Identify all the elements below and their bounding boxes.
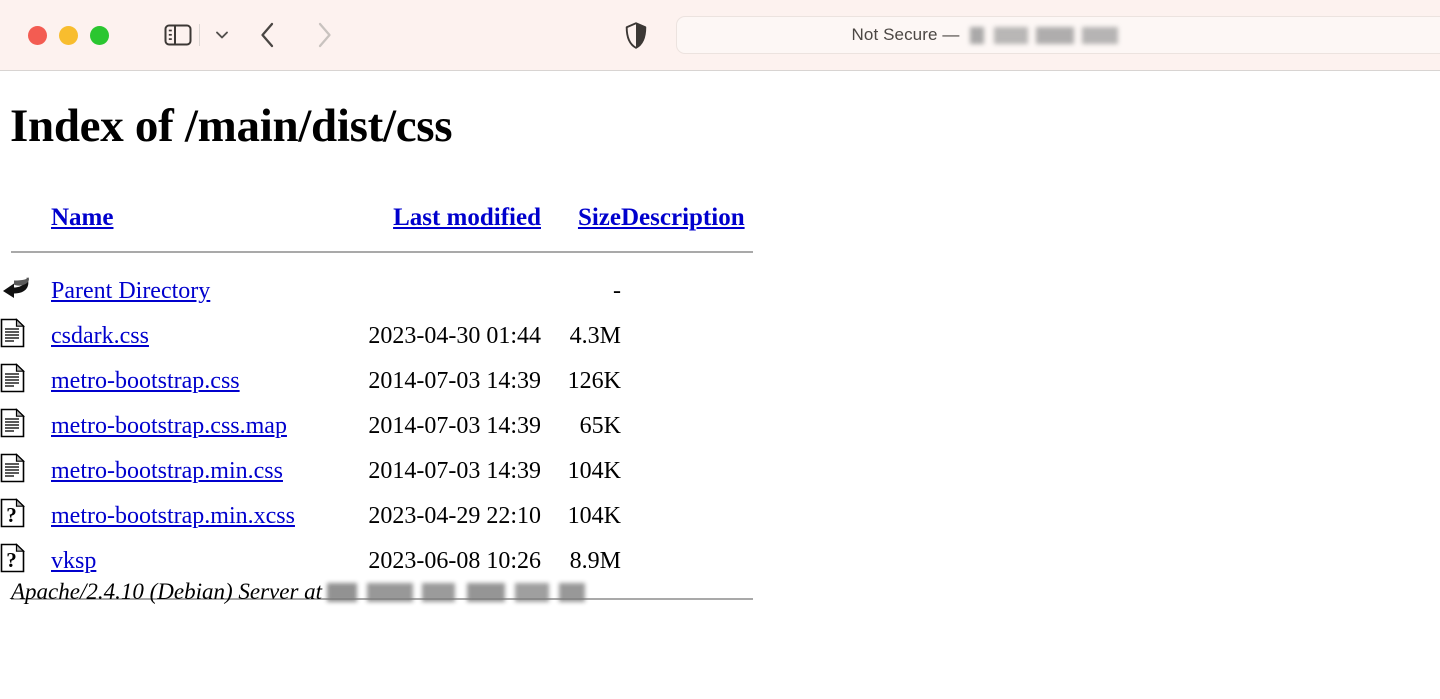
header-rule-row	[0, 238, 766, 269]
row-icon-cell	[0, 404, 51, 449]
row-icon-cell	[0, 359, 51, 404]
back-button[interactable]	[240, 15, 296, 55]
row-date-cell	[326, 269, 541, 314]
row-size-cell: 8.9M	[541, 539, 621, 584]
minimize-window-button[interactable]	[59, 26, 78, 45]
row-name-cell: csdark.css	[51, 314, 326, 359]
table-row[interactable]: ? metro-bootstrap.min.xcss 2023-04-29 22…	[0, 494, 766, 539]
row-date-cell: 2014-07-03 14:39	[326, 404, 541, 449]
sort-by-date-link[interactable]: Last modified	[393, 204, 541, 231]
row-name-cell: metro-bootstrap.css	[51, 359, 326, 404]
file-link[interactable]: vksp	[51, 548, 96, 574]
chevron-down-icon	[214, 29, 230, 41]
navigation-controls	[159, 15, 352, 55]
file-link[interactable]: metro-bootstrap.css	[51, 368, 240, 394]
row-description-cell	[621, 359, 766, 404]
browser-toolbar: Not Secure —	[0, 0, 1440, 71]
row-name-cell: metro-bootstrap.min.xcss	[51, 494, 326, 539]
directory-listing: Name Last modified Size Description	[0, 198, 770, 600]
row-description-cell	[621, 404, 766, 449]
server-signature: Apache/2.4.10 (Debian) Server at	[11, 579, 585, 605]
row-name-cell: metro-bootstrap.min.css	[51, 449, 326, 494]
redacted-server-address	[327, 583, 585, 602]
row-date-cell: 2023-04-30 01:44	[326, 314, 541, 359]
maximize-window-button[interactable]	[90, 26, 109, 45]
row-description-cell	[621, 449, 766, 494]
unknown-file-icon: ?	[0, 498, 26, 528]
table-header-row: Name Last modified Size Description	[0, 198, 766, 238]
row-size-cell: -	[541, 269, 621, 314]
forward-button[interactable]	[296, 15, 352, 55]
privacy-report-button[interactable]	[618, 17, 654, 53]
header-icon-spacer	[0, 198, 51, 238]
column-header-description: Description	[621, 198, 766, 238]
table-row[interactable]: ? vksp 2023-06-08 10:26 8.9M	[0, 539, 766, 584]
row-date-cell: 2014-07-03 14:39	[326, 359, 541, 404]
file-link[interactable]: metro-bootstrap.min.xcss	[51, 503, 295, 529]
row-name-cell: vksp	[51, 539, 326, 584]
sort-by-name-link[interactable]: Name	[51, 204, 113, 231]
sidebar-icon	[164, 23, 192, 47]
row-size-cell: 104K	[541, 449, 621, 494]
text-file-icon	[0, 363, 26, 393]
toolbar-divider	[199, 24, 200, 46]
sort-by-description-link[interactable]: Description	[621, 204, 745, 231]
page-title: Index of /main/dist/css	[10, 103, 452, 150]
row-date-cell: 2023-04-29 22:10	[326, 494, 541, 539]
row-description-cell	[621, 314, 766, 359]
file-link[interactable]: Parent Directory	[51, 278, 210, 304]
address-bar[interactable]: Not Secure —	[676, 16, 1440, 54]
table-row[interactable]: metro-bootstrap.min.css 2014-07-03 14:39…	[0, 449, 766, 494]
sort-by-size-link[interactable]: Size	[578, 204, 621, 231]
column-header-last-modified: Last modified	[326, 198, 541, 238]
address-bar-content: Not Secure —	[852, 25, 1119, 45]
window-controls	[28, 26, 109, 45]
row-icon-cell: ?	[0, 539, 51, 584]
column-header-size: Size	[541, 198, 621, 238]
row-name-cell: Parent Directory	[51, 269, 326, 314]
unknown-file-icon: ?	[0, 543, 26, 573]
table-row[interactable]: metro-bootstrap.css.map 2014-07-03 14:39…	[0, 404, 766, 449]
header-rule-cell	[0, 238, 766, 269]
header-divider	[11, 251, 753, 253]
row-size-cell: 65K	[541, 404, 621, 449]
file-link[interactable]: metro-bootstrap.min.css	[51, 458, 283, 484]
row-description-cell	[621, 494, 766, 539]
row-name-cell: metro-bootstrap.css.map	[51, 404, 326, 449]
text-file-icon	[0, 453, 26, 483]
directory-table: Name Last modified Size Description	[0, 198, 766, 600]
parent-directory-icon	[0, 275, 34, 301]
forward-arrow-icon	[313, 20, 335, 50]
row-size-cell: 4.3M	[541, 314, 621, 359]
row-icon-cell: ?	[0, 494, 51, 539]
row-icon-cell	[0, 269, 51, 314]
close-window-button[interactable]	[28, 26, 47, 45]
sidebar-toggle-button[interactable]	[159, 18, 197, 52]
svg-text:?: ?	[6, 503, 17, 527]
row-description-cell	[621, 269, 766, 314]
privacy-shield-icon	[625, 22, 647, 49]
table-row[interactable]: csdark.css 2023-04-30 01:44 4.3M	[0, 314, 766, 359]
back-arrow-icon	[257, 20, 279, 50]
file-link[interactable]: csdark.css	[51, 323, 149, 349]
row-icon-cell	[0, 449, 51, 494]
row-size-cell: 104K	[541, 494, 621, 539]
redacted-url	[970, 27, 1118, 44]
table-row[interactable]: metro-bootstrap.css 2014-07-03 14:39 126…	[0, 359, 766, 404]
text-file-icon	[0, 408, 26, 438]
row-size-cell: 126K	[541, 359, 621, 404]
server-signature-text: Apache/2.4.10 (Debian) Server at	[11, 579, 322, 605]
svg-text:?: ?	[6, 548, 17, 572]
sidebar-options-button[interactable]	[204, 18, 240, 52]
row-description-cell	[621, 539, 766, 584]
text-file-icon	[0, 318, 26, 348]
row-date-cell: 2014-07-03 14:39	[326, 449, 541, 494]
file-link[interactable]: metro-bootstrap.css.map	[51, 413, 287, 439]
security-status-label: Not Secure —	[852, 25, 960, 45]
row-icon-cell	[0, 314, 51, 359]
table-row[interactable]: Parent Directory -	[0, 269, 766, 314]
row-date-cell: 2023-06-08 10:26	[326, 539, 541, 584]
column-header-name: Name	[51, 198, 326, 238]
page-content: Index of /main/dist/css Name Last modifi…	[0, 71, 1440, 699]
